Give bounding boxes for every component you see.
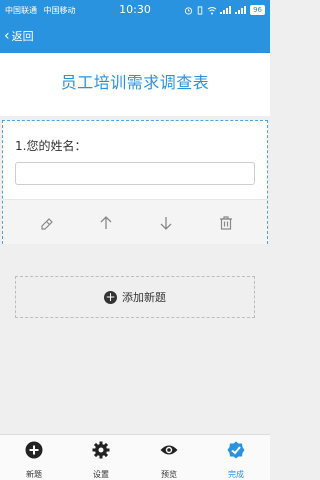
tab-label: 预览: [161, 470, 177, 479]
tab-label: 新题: [26, 470, 42, 479]
tab-settings[interactable]: 设置: [76, 441, 126, 480]
check-badge-icon: [227, 441, 245, 459]
signal-icon-2: [235, 6, 247, 14]
delete-button[interactable]: [215, 212, 237, 234]
back-button[interactable]: ‹ 返回: [4, 28, 34, 44]
tab-bar: 新题 设置 预览 完成: [0, 434, 270, 480]
question-card[interactable]: 1.您的姓名：: [2, 120, 268, 244]
tab-label: 完成: [228, 470, 244, 479]
vibrate-icon: [197, 5, 203, 15]
tab-finish[interactable]: 完成: [211, 441, 261, 480]
chevron-left-icon: ‹: [4, 28, 10, 44]
nav-bar: ‹ 返回: [0, 20, 270, 53]
plus-circle-icon: +: [104, 289, 117, 304]
question-label: 1.您的姓名：: [15, 139, 87, 153]
title-area: 员工培训需求调查表: [0, 53, 270, 116]
move-down-button[interactable]: [155, 212, 177, 234]
status-bar: 中国联通 中国移动 10:30 96: [0, 0, 270, 20]
question-toolbar: [3, 199, 267, 244]
arrow-down-icon: [160, 217, 172, 230]
add-question-button[interactable]: + 添加新题: [15, 276, 255, 318]
status-icons: 96: [184, 5, 265, 15]
eraser-icon: [41, 218, 53, 230]
trash-icon: [220, 216, 232, 230]
eye-icon: [160, 445, 178, 455]
edit-button[interactable]: [36, 212, 58, 234]
alarm-icon: [184, 6, 193, 15]
battery-indicator: 96: [250, 5, 265, 15]
add-question-label: 添加新题: [122, 291, 166, 304]
tab-label: 设置: [93, 470, 109, 479]
tab-new-question[interactable]: 新题: [9, 441, 59, 480]
name-input[interactable]: [15, 162, 255, 185]
signal-icon: [220, 6, 232, 14]
gear-icon: [92, 441, 110, 459]
plus-circle-icon: [25, 441, 43, 459]
move-up-button[interactable]: [95, 212, 117, 234]
back-label: 返回: [11, 30, 34, 43]
page-title: 员工培训需求调查表: [60, 73, 210, 92]
wifi-icon: [207, 6, 217, 14]
arrow-up-icon: [100, 216, 112, 229]
tab-preview[interactable]: 预览: [144, 441, 194, 480]
